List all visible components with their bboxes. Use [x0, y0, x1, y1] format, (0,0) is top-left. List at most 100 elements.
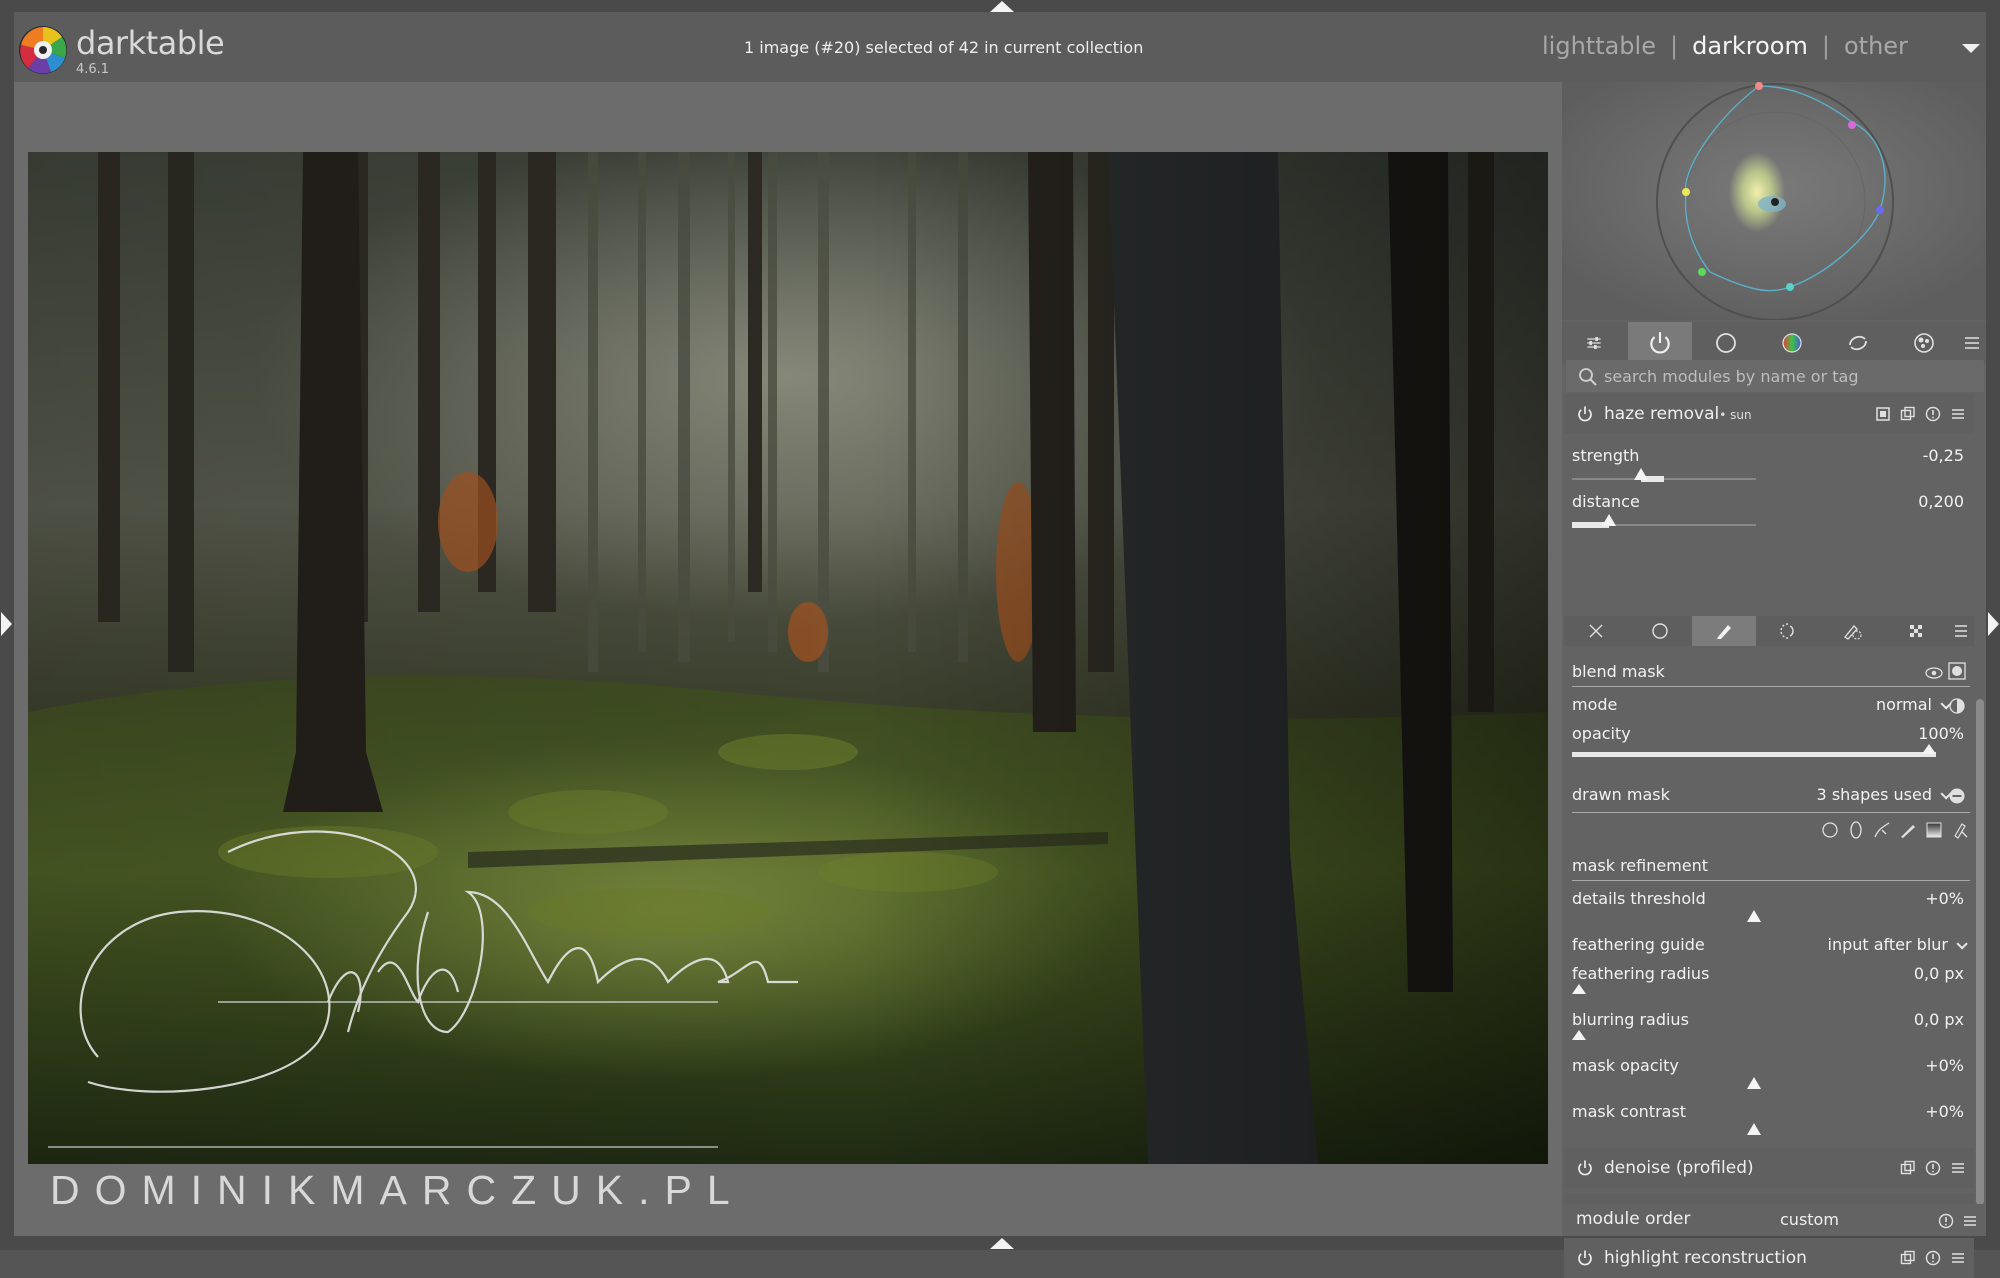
distance-value: 0,200 — [1918, 492, 1964, 511]
section-divider — [1572, 812, 1970, 813]
tab-color[interactable] — [1760, 322, 1824, 364]
opacity-track[interactable] — [1572, 742, 1936, 762]
reset-icon[interactable] — [1925, 1250, 1941, 1266]
power-icon — [1650, 332, 1670, 354]
mask-opacity-track[interactable] — [1572, 1075, 1936, 1095]
view-separator: | — [1669, 32, 1679, 60]
presets-icon[interactable] — [1950, 1250, 1966, 1266]
reset-icon[interactable] — [1925, 1160, 1941, 1176]
details-threshold-handle[interactable] — [1747, 910, 1761, 922]
haze-removal-header[interactable]: haze removal• sun — [1564, 394, 1974, 434]
blend-mask-icons — [1925, 662, 1966, 684]
photo-preview[interactable] — [28, 152, 1548, 1164]
feathering-guide-dropdown[interactable]: feathering guide input after blur — [1572, 935, 1968, 957]
multi-instance-icon[interactable] — [1900, 406, 1916, 422]
reset-icon[interactable] — [1925, 406, 1941, 422]
collapse-top-panel-arrow-icon[interactable] — [990, 1, 1014, 12]
circle-shape-icon[interactable] — [1820, 820, 1840, 840]
distance-track[interactable] — [1572, 512, 1756, 532]
blend-tab-drawn-parametric[interactable] — [1820, 616, 1884, 646]
ellipse-shape-icon[interactable] — [1846, 820, 1866, 840]
view-lighttable[interactable]: lighttable — [1542, 32, 1656, 60]
strength-slider[interactable]: strength -0,25 — [1572, 446, 1964, 468]
feathering-radius-handle[interactable] — [1572, 984, 1586, 994]
vectorscope[interactable] — [1562, 82, 1986, 321]
strength-track[interactable] — [1572, 466, 1756, 486]
mask-display-icon[interactable] — [1948, 662, 1966, 680]
mask-opacity-handle[interactable] — [1747, 1077, 1761, 1089]
tab-base[interactable] — [1694, 322, 1758, 364]
feathering-radius-value: 0,0 px — [1913, 964, 1964, 983]
presets-icon[interactable] — [1950, 1160, 1966, 1176]
power-icon[interactable] — [1576, 405, 1594, 423]
remove-mask-icon[interactable] — [1948, 787, 1966, 805]
view-other[interactable]: other — [1844, 32, 1908, 60]
distance-handle[interactable] — [1601, 514, 1616, 526]
presets-icon[interactable] — [1962, 1213, 1978, 1229]
power-icon[interactable] — [1576, 1159, 1594, 1177]
opacity-label: opacity — [1572, 724, 1631, 743]
module-header-highlight-reconstruction[interactable]: highlight reconstruction — [1564, 1238, 1974, 1278]
module-order-value[interactable]: custom — [1780, 1210, 1839, 1229]
details-threshold-track[interactable] — [1572, 908, 1936, 928]
blend-tab-off[interactable] — [1564, 616, 1628, 646]
path-shape-icon[interactable] — [1872, 820, 1892, 840]
tab-active-modules[interactable] — [1628, 322, 1692, 364]
view-darkroom[interactable]: darkroom — [1692, 32, 1808, 60]
module-title: haze removal• sun — [1604, 404, 1752, 424]
strength-label: strength — [1572, 446, 1640, 465]
blurring-radius-track[interactable] — [1572, 1028, 1936, 1048]
reverse-blend-icon[interactable] — [1948, 697, 1966, 715]
blend-tab-parametric[interactable] — [1756, 616, 1820, 646]
blend-tab-raster[interactable] — [1884, 616, 1948, 646]
blend-tab-menu[interactable] — [1948, 616, 1974, 646]
presets-icon[interactable] — [1950, 406, 1966, 422]
blurring-radius-label: blurring radius — [1572, 1010, 1689, 1029]
power-icon[interactable] — [1576, 1249, 1594, 1267]
blend-mask-label: blend mask — [1572, 662, 1665, 681]
color-ball-icon — [1782, 333, 1802, 353]
distance-slider[interactable]: distance 0,200 — [1572, 492, 1964, 514]
module-group-tabs — [1562, 322, 1986, 364]
tab-presets-menu[interactable] — [1958, 322, 1986, 364]
collapse-right-panel-arrow-icon[interactable] — [1988, 612, 1999, 636]
eye-icon[interactable] — [1925, 666, 1943, 680]
blend-tab-uniform[interactable] — [1628, 616, 1692, 646]
blend-tab-drawn[interactable] — [1692, 616, 1756, 646]
blend-mode-tabs — [1564, 616, 1974, 646]
show-shapes-icon[interactable] — [1950, 820, 1970, 840]
collapse-left-panel-arrow-icon[interactable] — [1, 612, 12, 636]
views-dropdown-icon[interactable] — [1962, 44, 1980, 53]
module-scrollbar[interactable] — [1976, 699, 1984, 1205]
strength-handle[interactable] — [1634, 468, 1648, 480]
haze-removal-title: haze removal — [1604, 404, 1720, 424]
multi-instance-icon[interactable] — [1900, 1250, 1916, 1266]
tab-quick-access[interactable] — [1562, 322, 1626, 364]
brush-shape-icon[interactable] — [1898, 820, 1918, 840]
module-header-denoise[interactable]: denoise (profiled) — [1564, 1148, 1974, 1188]
reset-icon[interactable] — [1938, 1213, 1954, 1229]
opacity-handle[interactable] — [1922, 744, 1936, 754]
forest-photo — [28, 152, 1548, 1164]
search-input[interactable] — [1604, 365, 1964, 387]
feathering-radius-label: feathering radius — [1572, 964, 1710, 983]
drawn-mask-row[interactable]: drawn mask 3 shapes used — [1572, 785, 1966, 807]
module-list: haze removal• sun strength -0,25 distanc… — [1562, 394, 1986, 1278]
watermark-url: DOMINIKMARCZUK.PL — [50, 1167, 745, 1213]
module-search — [1566, 360, 1984, 392]
module-header-icons — [1900, 1250, 1966, 1266]
tab-correct[interactable] — [1826, 322, 1890, 364]
gradient-shape-icon[interactable] — [1924, 820, 1944, 840]
feathering-radius-track[interactable] — [1572, 982, 1936, 1002]
mask-contrast-track[interactable] — [1572, 1121, 1936, 1141]
mask-contrast-handle[interactable] — [1747, 1123, 1761, 1135]
blurring-radius-handle[interactable] — [1572, 1030, 1586, 1040]
multi-instance-icon[interactable] — [1900, 1160, 1916, 1176]
darktable-window: darktable 4.6.1 1 image (#20) selected o… — [0, 0, 2000, 1278]
mask-indicator-icon[interactable] — [1875, 406, 1891, 422]
feathering-guide-value-text: input after blur — [1827, 935, 1949, 954]
blend-mode-dropdown[interactable]: mode normal — [1572, 695, 1966, 717]
collapse-bottom-panel-arrow-icon[interactable] — [990, 1238, 1014, 1249]
chevron-down-icon — [1956, 938, 1968, 950]
tab-effect[interactable] — [1892, 322, 1956, 364]
